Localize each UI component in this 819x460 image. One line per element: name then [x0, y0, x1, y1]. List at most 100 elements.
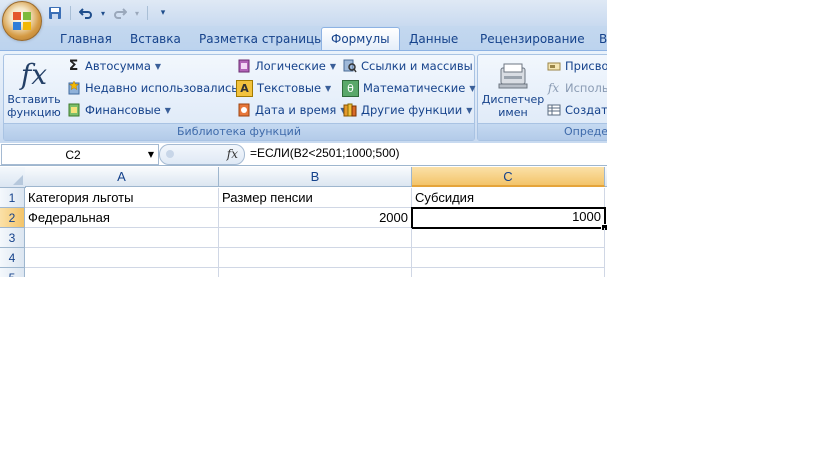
tab-data[interactable]: Данные	[409, 28, 458, 50]
tab-home[interactable]: Главная	[60, 28, 112, 50]
recently-used-button[interactable]: Недавно использовались▼	[66, 78, 248, 98]
save-icon[interactable]	[46, 4, 64, 22]
insert-function-label-line1: Вставить	[7, 93, 61, 106]
logical-button[interactable]: Логические ▼	[236, 56, 336, 76]
undo-dropdown-icon[interactable]: ▾	[99, 4, 107, 22]
row-header-1[interactable]: 1	[0, 188, 25, 208]
math-trig-label: Математические	[363, 81, 466, 95]
logical-label: Логические	[255, 59, 326, 73]
row-header-5[interactable]: 5	[0, 268, 25, 277]
redo-icon[interactable]	[111, 4, 129, 22]
define-name-button[interactable]: Присво	[546, 56, 607, 76]
cell-b3[interactable]	[219, 228, 412, 248]
logical-book-icon	[236, 59, 251, 74]
text-book-icon: A	[236, 79, 253, 97]
text-functions-button[interactable]: A Текстовые ▼	[236, 78, 331, 98]
name-manager-label-line2: имен	[498, 106, 528, 119]
name-manager-label-line1: Диспетчер	[481, 93, 545, 106]
cell-b2[interactable]: 2000	[219, 208, 412, 228]
redo-dropdown-icon[interactable]: ▾	[133, 4, 141, 22]
tab-formulas[interactable]: Формулы	[321, 27, 400, 51]
chevron-down-icon[interactable]: ▼	[144, 150, 158, 159]
column-header-a[interactable]: A	[25, 167, 219, 187]
tab-page-layout[interactable]: Разметка страницы	[199, 28, 324, 50]
undo-icon[interactable]	[77, 4, 95, 22]
insert-function-fx-icon[interactable]: fx	[227, 145, 238, 164]
formula-bar: C2 ▼ fx =ЕСЛИ(B2<2501;1000;500)	[0, 143, 607, 166]
cell-c1[interactable]: Субсидия	[412, 188, 605, 208]
define-name-icon	[546, 59, 561, 74]
create-from-selection-label: Создать	[565, 103, 607, 117]
row-header-2[interactable]: 2	[0, 208, 25, 228]
financial-book-icon	[66, 103, 81, 118]
formula-bar-controls: fx	[159, 144, 245, 165]
function-library-group: fx Вставить функцию Σ Автосумма ▼ Недавно…	[3, 54, 483, 141]
cell-c2[interactable]: 1000	[411, 207, 607, 231]
defined-names-label: Определ	[478, 123, 607, 140]
cell-a5[interactable]	[25, 268, 219, 277]
insert-function-label-line2: функцию	[7, 106, 61, 119]
text-functions-label: Текстовые	[257, 81, 322, 95]
cell-a4[interactable]	[25, 248, 219, 268]
ribbon-tabs: Главная Вставка Разметка страницы Формул…	[0, 26, 607, 51]
cell-a2[interactable]: Федеральная	[25, 208, 219, 228]
office-logo-icon	[13, 12, 31, 30]
chevron-down-icon: ▼	[164, 105, 171, 115]
cell-b5[interactable]	[219, 268, 412, 277]
cell-b1[interactable]: Размер пенсии	[219, 188, 412, 208]
more-functions-books-icon	[342, 103, 357, 118]
cell-c5[interactable]	[412, 268, 605, 277]
cell-a3[interactable]	[25, 228, 219, 248]
date-time-button[interactable]: Дата и время▼	[236, 100, 346, 120]
insert-function-button[interactable]: fx Вставить функцию	[7, 58, 61, 120]
select-all-button[interactable]	[0, 167, 26, 188]
create-table-icon	[546, 103, 561, 118]
use-in-formula-button[interactable]: fx Исполь	[546, 78, 607, 98]
resize-grip-icon[interactable]	[166, 150, 174, 158]
chevron-down-icon: ▼	[325, 83, 332, 93]
quick-access-toolbar: ▾ ▾ ▾	[46, 4, 172, 22]
tab-insert[interactable]: Вставка	[130, 28, 181, 50]
name-manager-button[interactable]: Диспетчер имен	[481, 59, 545, 119]
recently-used-label: Недавно использовались	[85, 81, 239, 95]
cell-c4[interactable]	[412, 248, 605, 268]
fx-small-icon: fx	[547, 81, 560, 95]
tab-review[interactable]: Рецензирование	[480, 28, 585, 50]
cell-c3[interactable]	[412, 228, 605, 248]
chevron-down-icon: ▼	[154, 61, 162, 71]
spreadsheet-grid: A B C 1 2 3 4 5 Категория льготы Размер …	[0, 167, 607, 277]
cell-a1[interactable]: Категория льготы	[25, 188, 219, 208]
chevron-down-icon: ▼	[466, 105, 473, 115]
lookup-reference-label: Ссылки и массивы	[361, 59, 473, 73]
math-trig-button[interactable]: θ Математические ▼	[342, 78, 475, 98]
row-header-4[interactable]: 4	[0, 248, 25, 268]
tab-view[interactable]: В	[599, 28, 607, 50]
cell-b4[interactable]	[219, 248, 412, 268]
customize-icon[interactable]: ▾	[154, 4, 172, 22]
more-functions-button[interactable]: Другие функции ▼	[342, 100, 472, 120]
column-header-d[interactable]	[605, 167, 607, 187]
ribbon: fx Вставить функцию Σ Автосумма ▼ Недавно…	[0, 50, 607, 145]
sigma-icon: Σ	[68, 58, 79, 74]
autosum-button[interactable]: Σ Автосумма ▼	[66, 56, 161, 76]
column-header-b[interactable]: B	[219, 167, 412, 187]
office-button[interactable]	[2, 1, 42, 41]
insert-function-icon: fx	[20, 58, 48, 91]
row-header-3[interactable]: 3	[0, 228, 25, 248]
star-book-icon	[66, 81, 81, 96]
financial-button[interactable]: Финансовые ▼	[66, 100, 171, 120]
excel-window: ▾ ▾ ▾ Главная Вставка Разметка страницы …	[0, 0, 607, 277]
name-box[interactable]: C2 ▼	[1, 144, 159, 165]
lookup-search-icon	[342, 59, 357, 74]
use-in-formula-label: Исполь	[565, 81, 607, 95]
create-from-selection-button[interactable]: Создать	[546, 100, 607, 120]
title-bar: ▾ ▾ ▾	[0, 0, 607, 26]
name-box-value: C2	[65, 147, 81, 162]
toolbar-separator	[147, 6, 148, 20]
more-functions-label: Другие функции	[361, 103, 463, 117]
lookup-reference-button[interactable]: Ссылки и массивы▼	[342, 56, 483, 76]
column-header-c[interactable]: C	[412, 167, 605, 187]
formula-input[interactable]: =ЕСЛИ(B2<2501;1000;500)	[250, 144, 400, 163]
financial-label: Финансовые	[85, 103, 161, 117]
defined-names-group: Диспетчер имен Присво fx Исполь Создать …	[477, 54, 607, 141]
